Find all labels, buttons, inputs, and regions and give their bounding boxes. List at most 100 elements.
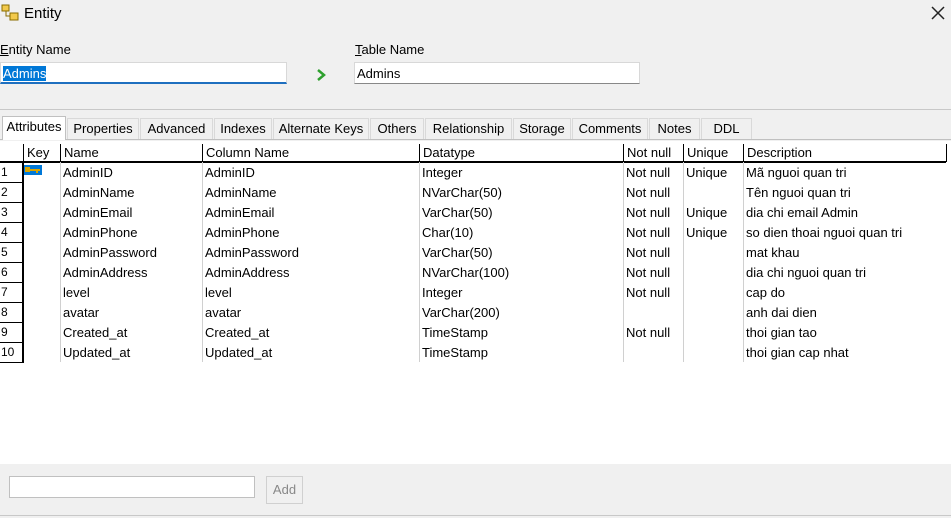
cell-datatype[interactable]: Char(10) [420, 223, 625, 243]
cell-description[interactable]: Tên nguoi quan tri [744, 183, 946, 203]
cell-not-null[interactable]: Not null [624, 283, 685, 303]
cell-unique[interactable] [684, 323, 745, 343]
cell-not-null[interactable]: Not null [624, 243, 685, 263]
header-name[interactable]: Name [61, 144, 203, 162]
table-row[interactable]: 9 Created_at Created_at TimeStamp Not null th… [0, 323, 946, 343]
cell-datatype[interactable]: NVarChar(100) [420, 263, 625, 283]
row-number[interactable]: 5 [0, 243, 24, 263]
cell-column-name[interactable]: avatar [203, 303, 421, 323]
add-button[interactable]: Add [266, 476, 303, 504]
cell-not-null[interactable]: Not null [624, 163, 685, 183]
table-row[interactable]: 2 AdminName AdminName NVarChar(50) Not null T… [0, 183, 946, 203]
cell-datatype[interactable]: TimeStamp [420, 343, 625, 363]
cell-not-null[interactable] [624, 303, 685, 323]
cell-column-name[interactable]: AdminID [203, 163, 421, 183]
tab-relationship[interactable]: Relationship [425, 118, 512, 139]
cell-description[interactable]: so dien thoai nguoi quan tri [744, 223, 946, 243]
cell-unique[interactable] [684, 303, 745, 323]
cell-description[interactable]: dia chi email Admin [744, 203, 946, 223]
tab-notes[interactable]: Notes [649, 118, 700, 139]
row-number[interactable]: 8 [0, 303, 24, 323]
cell-description[interactable]: mat khau [744, 243, 946, 263]
header-column-name[interactable]: Column Name [203, 144, 420, 162]
table-row[interactable]: 4 AdminPhone AdminPhone Char(10) Not null Uni… [0, 223, 946, 243]
cell-name[interactable]: Updated_at [61, 343, 204, 363]
cell-unique[interactable] [684, 243, 745, 263]
cell-unique[interactable] [684, 283, 745, 303]
cell-unique[interactable]: Unique [684, 223, 745, 243]
cell-column-name[interactable]: AdminPhone [203, 223, 421, 243]
cell-unique[interactable] [684, 263, 745, 283]
cell-not-null[interactable]: Not null [624, 183, 685, 203]
entity-name-input[interactable]: Admins [0, 62, 287, 84]
tab-comments[interactable]: Comments [572, 118, 648, 139]
cell-datatype[interactable]: Integer [420, 163, 625, 183]
cell-datatype[interactable]: TimeStamp [420, 323, 625, 343]
cell-not-null[interactable]: Not null [624, 223, 685, 243]
tab-storage[interactable]: Storage [513, 118, 571, 139]
cell-column-name[interactable]: AdminName [203, 183, 421, 203]
cell-description[interactable]: thoi gian tao [744, 323, 946, 343]
tab-properties[interactable]: Properties [67, 118, 139, 139]
row-number[interactable]: 4 [0, 223, 24, 243]
cell-column-name[interactable]: level [203, 283, 421, 303]
cell-name[interactable]: level [61, 283, 204, 303]
cell-datatype[interactable]: VarChar(50) [420, 203, 625, 223]
header-datatype[interactable]: Datatype [420, 144, 624, 162]
table-row[interactable]: 1 AdminID AdminID Integer Not null Unique Mã n… [0, 163, 946, 183]
tab-ddl[interactable]: DDL [701, 118, 752, 139]
table-row[interactable]: 3 AdminEmail AdminEmail VarChar(50) Not null… [0, 203, 946, 223]
cell-name[interactable]: avatar [61, 303, 204, 323]
cell-name[interactable]: AdminPassword [61, 243, 204, 263]
cell-name[interactable]: AdminEmail [61, 203, 204, 223]
tab-indexes[interactable]: Indexes [214, 118, 272, 139]
cell-datatype[interactable]: VarChar(200) [420, 303, 625, 323]
cell-column-name[interactable]: Created_at [203, 323, 421, 343]
cell-not-null[interactable]: Not null [624, 323, 685, 343]
tab-attributes[interactable]: Attributes [2, 116, 66, 140]
row-number[interactable]: 1 [0, 163, 24, 183]
cell-unique[interactable]: Unique [684, 163, 745, 183]
cell-name[interactable]: AdminID [61, 163, 204, 183]
row-number[interactable]: 3 [0, 203, 24, 223]
cell-description[interactable]: anh dai dien [744, 303, 946, 323]
tab-advanced[interactable]: Advanced [140, 118, 213, 139]
cell-description[interactable]: thoi gian cap nhat [744, 343, 946, 363]
cell-column-name[interactable]: AdminEmail [203, 203, 421, 223]
tab-others[interactable]: Others [370, 118, 424, 139]
table-row[interactable]: 10 Updated_at Updated_at TimeStamp thoi gian… [0, 343, 946, 363]
cell-datatype[interactable]: Integer [420, 283, 625, 303]
tab-alternate-keys[interactable]: Alternate Keys [273, 118, 369, 139]
table-name-input[interactable]: Admins [354, 62, 640, 84]
row-number[interactable]: 2 [0, 183, 24, 203]
cell-datatype[interactable]: NVarChar(50) [420, 183, 625, 203]
arrow-right-icon[interactable] [315, 69, 327, 81]
header-description[interactable]: Description [744, 144, 947, 162]
cell-not-null[interactable] [624, 343, 685, 363]
header-not-null[interactable]: Not null [624, 144, 684, 162]
cell-description[interactable]: Mã nguoi quan tri [744, 163, 946, 183]
row-number[interactable]: 10 [0, 343, 24, 363]
cell-not-null[interactable]: Not null [624, 203, 685, 223]
cell-unique[interactable] [684, 183, 745, 203]
cell-column-name[interactable]: AdminPassword [203, 243, 421, 263]
cell-description[interactable]: cap do [744, 283, 946, 303]
cell-name[interactable]: AdminPhone [61, 223, 204, 243]
table-row[interactable]: 8 avatar avatar VarChar(200) anh dai dien [0, 303, 946, 323]
row-number[interactable]: 7 [0, 283, 24, 303]
close-icon[interactable] [930, 5, 946, 21]
table-row[interactable]: 7 level level Integer Not null cap do [0, 283, 946, 303]
cell-description[interactable]: dia chi nguoi quan tri [744, 263, 946, 283]
cell-not-null[interactable]: Not null [624, 263, 685, 283]
cell-unique[interactable]: Unique [684, 203, 745, 223]
cell-name[interactable]: AdminAddress [61, 263, 204, 283]
header-key[interactable]: Key [24, 144, 61, 162]
cell-datatype[interactable]: VarChar(50) [420, 243, 625, 263]
table-row[interactable]: 5 AdminPassword AdminPassword VarChar(50) No… [0, 243, 946, 263]
cell-column-name[interactable]: Updated_at [203, 343, 421, 363]
header-unique[interactable]: Unique [684, 144, 744, 162]
table-row[interactable]: 6 AdminAddress AdminAddress NVarChar(100) No… [0, 263, 946, 283]
row-number[interactable]: 6 [0, 263, 24, 283]
row-number[interactable]: 9 [0, 323, 24, 343]
cell-name[interactable]: AdminName [61, 183, 204, 203]
